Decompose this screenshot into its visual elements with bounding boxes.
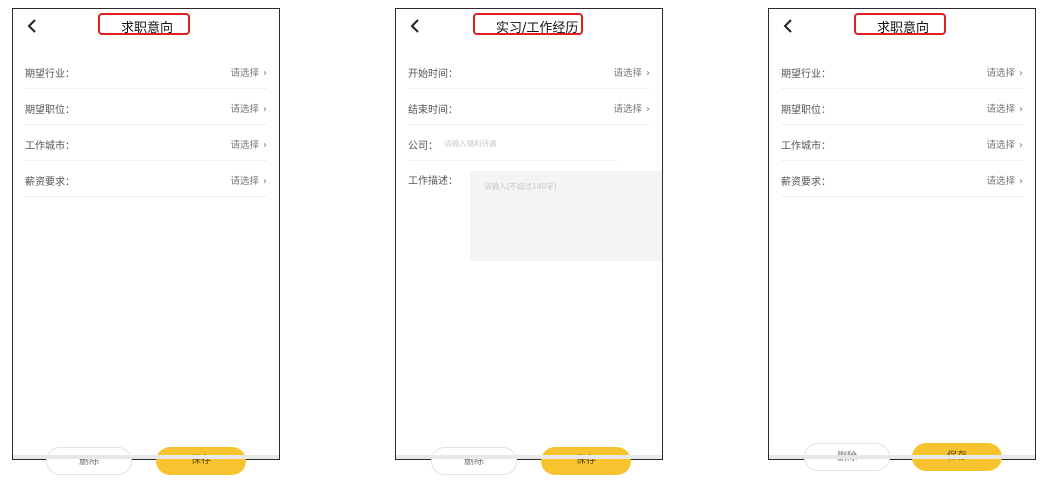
row-expected-position[interactable]: 期望职位： 请选择 › <box>25 89 267 125</box>
chevron-right-icon: › <box>263 176 267 187</box>
row-label: 结束时间： <box>408 105 458 116</box>
chevron-left-icon[interactable] <box>780 17 798 35</box>
row-value[interactable]: 请选择 › <box>230 173 267 187</box>
bottom-divider <box>13 455 279 459</box>
row-start-time[interactable]: 开始时间： 请选择 › <box>408 53 650 89</box>
row-value[interactable]: 请选择 › <box>986 173 1023 187</box>
row-label: 期望行业： <box>25 69 75 80</box>
page-title: 实习/工作经历 <box>496 21 579 36</box>
chevron-right-icon: › <box>263 140 267 151</box>
chevron-right-icon: › <box>1019 68 1023 79</box>
row-work-city[interactable]: 工作城市： 请选择 › <box>25 125 267 161</box>
row-value[interactable]: 请选择 › <box>230 65 267 79</box>
description-textarea[interactable]: 请输入(不超过140字) <box>470 171 662 261</box>
row-value[interactable]: 请选择 › <box>986 137 1023 151</box>
company-input[interactable]: 请输入福利待遇 <box>444 138 497 149</box>
row-end-time[interactable]: 结束时间： 请选择 › <box>408 89 650 125</box>
row-label: 工作城市： <box>25 141 75 152</box>
row-value[interactable]: 请选择 › <box>986 101 1023 115</box>
chevron-left-icon[interactable] <box>407 17 425 35</box>
row-value[interactable]: 请选择 › <box>613 101 650 115</box>
row-salary-requirement[interactable]: 薪资要求： 请选择 › <box>781 161 1023 197</box>
save-button[interactable]: 保存 <box>156 447 246 475</box>
row-label: 期望职位： <box>25 105 75 116</box>
screen-work-experience: 实习/工作经历 开始时间： 请选择 › 结束时间： 请选择 › 公司： 请输入福利待… <box>395 8 663 475</box>
row-label: 期望职位： <box>781 105 831 116</box>
delete-button[interactable]: 删除 <box>431 447 517 475</box>
chevron-right-icon: › <box>263 104 267 115</box>
header: 求职意向 <box>769 9 1035 43</box>
row-value[interactable]: 请选择 › <box>230 101 267 115</box>
chevron-right-icon: › <box>1019 104 1023 115</box>
row-expected-industry[interactable]: 期望行业： 请选择 › <box>781 53 1023 89</box>
page-title: 求职意向 <box>121 21 174 36</box>
bottom-divider <box>769 455 1035 459</box>
row-label: 薪资要求： <box>781 177 831 188</box>
row-salary-requirement[interactable]: 薪资要求： 请选择 › <box>25 161 267 197</box>
header: 实习/工作经历 <box>396 9 662 43</box>
chevron-left-icon[interactable] <box>24 17 42 35</box>
chevron-right-icon: › <box>1019 140 1023 151</box>
delete-button[interactable]: 删除 <box>46 447 132 475</box>
chevron-right-icon: › <box>263 68 267 79</box>
save-button[interactable]: 保存 <box>541 447 631 475</box>
screen-job-intention-1: 求职意向 期望行业： 请选择 › 期望职位： 请选择 › 工作城市： 请选择 › 薪资… <box>12 8 280 475</box>
row-expected-position[interactable]: 期望职位： 请选择 › <box>781 89 1023 125</box>
chevron-right-icon: › <box>1019 176 1023 187</box>
row-label: 期望行业： <box>781 69 831 80</box>
row-work-city[interactable]: 工作城市： 请选择 › <box>781 125 1023 161</box>
row-label: 开始时间： <box>408 69 458 80</box>
row-value[interactable]: 请选择 › <box>613 65 650 79</box>
row-label: 工作城市： <box>781 141 831 152</box>
row-label: 薪资要求： <box>25 177 75 188</box>
row-value[interactable]: 请选择 › <box>230 137 267 151</box>
textarea-placeholder: 请输入(不超过140字) <box>484 182 557 191</box>
row-expected-industry[interactable]: 期望行业： 请选择 › <box>25 53 267 89</box>
header: 求职意向 <box>13 9 279 43</box>
screen-job-intention-2: 求职意向 期望行业： 请选择 › 期望职位： 请选择 › 工作城市： 请选择 › 薪资… <box>768 8 1036 471</box>
row-value[interactable]: 请选择 › <box>986 65 1023 79</box>
page-title: 求职意向 <box>877 21 930 36</box>
row-company: 公司： 请输入福利待遇 <box>408 125 617 161</box>
chevron-right-icon: › <box>646 68 650 79</box>
row-label: 公司： <box>408 141 438 152</box>
bottom-divider <box>396 455 662 459</box>
desc-label: 工作描述： <box>408 176 458 187</box>
chevron-right-icon: › <box>646 104 650 115</box>
